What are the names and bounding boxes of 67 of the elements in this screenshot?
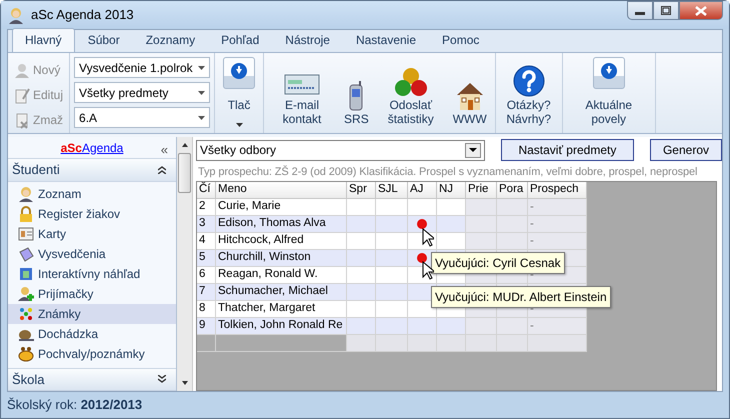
table-cell: 5 [197, 250, 216, 267]
window-title: aSc Agenda 2013 [31, 6, 134, 24]
dropdown-field[interactable]: Vysvedčenie 1.polrok [74, 57, 210, 78]
column-header[interactable]: Čí [197, 182, 216, 199]
tooltip: Vyučujúci: Cyril Cesnak [431, 252, 565, 274]
ribbon-tab[interactable]: Pohľad [208, 28, 272, 52]
commands-button[interactable]: Aktuálne povely [574, 55, 643, 131]
table-cell: 4 [197, 233, 216, 250]
tooltip: Vyučujúci: MUDr. Albert Einstein [431, 286, 611, 308]
print-button[interactable]: Tlač [219, 55, 260, 131]
sidebar-item[interactable]: Karty [8, 224, 176, 244]
section-header[interactable]: Študenti [8, 158, 176, 182]
column-header[interactable]: Prie [466, 182, 497, 199]
table-cell: Curie, Marie [216, 199, 347, 216]
table-cell: Hitchcock, Alfred [216, 233, 347, 250]
ribbon-tab[interactable]: Hlavný [12, 28, 75, 52]
sidebar-item[interactable]: Pochvaly/poznámky [8, 344, 176, 364]
brand-link[interactable]: aScAgenda [60, 138, 124, 157]
ribbon-tab[interactable]: Zoznamy [132, 28, 208, 52]
table-cell: - [528, 199, 587, 216]
table-cell: 6 [197, 267, 216, 284]
ribbon-button[interactable]: E-mail kontakt [268, 55, 336, 131]
column-header[interactable]: Prospech [528, 182, 587, 199]
dropdown-field[interactable]: Všetky predmety [74, 82, 210, 103]
table-cell: Reagan, Ronald W. [216, 267, 347, 284]
collapse-button[interactable]: « [160, 140, 168, 160]
filter-dropdown[interactable]: Všetky odbory [196, 140, 485, 160]
ribbon-tab[interactable]: Súbor [74, 28, 133, 52]
column-header[interactable]: SJL [376, 182, 408, 199]
sidebar-item[interactable]: Zoznam [8, 184, 176, 204]
column-header[interactable]: AJ [408, 182, 437, 199]
action-button[interactable]: Nastaviť predmety [500, 139, 634, 161]
table-cell: Edison, Thomas Alva [216, 216, 347, 233]
table-cell: 9 [197, 318, 216, 335]
table-cell: Tolkien, John Ronald Re [216, 318, 347, 335]
section-header[interactable]: Škola [8, 368, 176, 391]
sidebar-item[interactable]: Interaktívny náhľad [8, 264, 176, 284]
sidebar-item[interactable]: Vysvedčenia [8, 244, 176, 264]
info-text: Typ prospechu: ZŠ 2-9 (od 2009) Klasifikácia. Prospel s vyznamenaním, veľmi dobre, prospel, neprospel [197, 164, 698, 180]
table-cell: 2 [197, 199, 216, 216]
ribbon-tab[interactable]: Pomoc [429, 28, 492, 52]
dropdown-field[interactable]: 6.A [74, 107, 210, 128]
table-cell: - [528, 216, 587, 233]
table-cell: Churchill, Winston [216, 250, 347, 267]
column-header[interactable]: Spr [347, 182, 376, 199]
table-cell: 3 [197, 216, 216, 233]
table-cell: Schumacher, Michael [216, 284, 347, 301]
table-cell: 7 [197, 284, 216, 301]
sidebar-item[interactable]: Známky [8, 304, 176, 324]
sidebar-item[interactable]: Register žiakov [8, 204, 176, 224]
ribbon-tab[interactable]: Nastavenie [342, 28, 430, 52]
ribbon-button[interactable]: WWW [448, 55, 491, 131]
table-cell: - [528, 318, 587, 335]
table-cell: 8 [197, 301, 216, 318]
sidebar-item[interactable]: Dochádzka [8, 324, 176, 344]
column-header[interactable]: Pora [497, 182, 528, 199]
help-button[interactable]: Otázky? Návrhy? [500, 55, 558, 131]
column-header[interactable]: Meno [216, 182, 347, 199]
table-cell: - [528, 233, 587, 250]
status-text: Školský rok: 2012/2013 [7, 396, 142, 414]
column-header[interactable]: NJ [437, 182, 466, 199]
sidebar-item[interactable]: Prijímačky [8, 284, 176, 304]
ribbon-button[interactable]: SRS [340, 55, 373, 131]
ribbon-button[interactable]: Odoslať štatistiky [376, 55, 445, 131]
table-cell: Thatcher, Margaret [216, 301, 347, 318]
action-button[interactable]: Generov [650, 139, 722, 161]
ribbon-tab[interactable]: Nástroje [272, 28, 343, 52]
